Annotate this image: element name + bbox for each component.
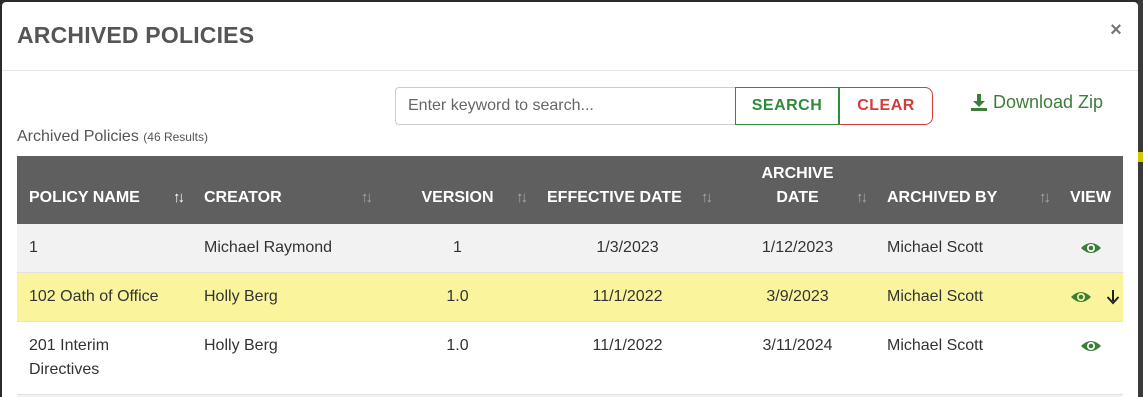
archived-policies-modal: ARCHIVED POLICIES × SEARCH CLEAR Downloa…	[2, 2, 1138, 397]
sort-icon[interactable]: ↑↓	[361, 186, 373, 210]
cell-archived-by: Michael Scott	[875, 321, 1058, 395]
cell-effective-date: 11/1/2022	[535, 272, 720, 322]
column-header-archive-date[interactable]: ARCHIVE DATE ↑↓	[720, 156, 875, 224]
results-title: Archived Policies	[17, 128, 139, 145]
clear-button[interactable]: CLEAR	[839, 87, 933, 125]
column-header-policy-name[interactable]: POLICY NAME ↑↓	[17, 156, 192, 224]
sort-icon[interactable]: ↑↓	[856, 186, 868, 210]
column-header-creator[interactable]: CREATOR ↑↓	[192, 156, 380, 224]
cell-effective-date: 11/1/2022	[535, 321, 720, 395]
cell-creator: Holly Berg	[192, 272, 380, 322]
table-row: 201 Interim Directives Holly Berg 1.0 11…	[17, 321, 1123, 395]
cell-effective-date: 1/3/2023	[535, 224, 720, 273]
cell-policy-name: 201 Interim Directives	[17, 321, 192, 395]
sort-icon[interactable]: ↑↓	[701, 186, 713, 210]
sort-icon[interactable]: ↑↓	[173, 186, 185, 210]
policies-table: POLICY NAME ↑↓ CREATOR ↑↓ VERSION ↑↓ EFF…	[17, 156, 1123, 397]
eye-icon[interactable]	[1070, 290, 1092, 304]
eye-icon[interactable]	[1080, 241, 1102, 255]
cell-archived-by: Michael Scott	[875, 224, 1058, 273]
cell-view	[1058, 321, 1123, 395]
cell-version: 1.0	[380, 272, 535, 322]
results-label: Archived Policies (46 Results)	[17, 128, 208, 146]
search-bar: SEARCH CLEAR	[395, 87, 933, 125]
cell-archive-date: 3/9/2023	[720, 272, 875, 322]
cell-creator: Holly Berg	[192, 321, 380, 395]
cell-archive-date: 1/12/2023	[720, 224, 875, 273]
background-edge	[1138, 0, 1143, 397]
eye-icon[interactable]	[1080, 339, 1102, 353]
modal-header: ARCHIVED POLICIES ×	[2, 2, 1138, 71]
modal-title: ARCHIVED POLICIES	[17, 22, 255, 48]
results-count: (46 Results)	[143, 130, 208, 144]
policies-table-wrap: POLICY NAME ↑↓ CREATOR ↑↓ VERSION ↑↓ EFF…	[17, 156, 1123, 397]
cell-policy-name: 102 Oath of Office	[17, 272, 192, 322]
column-header-version[interactable]: VERSION ↑↓	[380, 156, 535, 224]
background-edge-accent	[1138, 152, 1143, 162]
search-input[interactable]	[395, 87, 736, 125]
cell-archive-date: 3/11/2024	[720, 321, 875, 395]
cell-policy-name: 1	[17, 224, 192, 273]
cell-view	[1058, 272, 1123, 322]
sort-icon[interactable]: ↑↓	[1039, 186, 1051, 210]
download-arrow-icon[interactable]	[1106, 289, 1120, 305]
table-row: 102 Oath of Office Holly Berg 1.0 11/1/2…	[17, 272, 1123, 322]
table-row: 1 Michael Raymond 1 1/3/2023 1/12/2023 M…	[17, 224, 1123, 273]
cell-view	[1058, 224, 1123, 273]
column-header-archived-by[interactable]: ARCHIVED BY ↑↓	[875, 156, 1058, 224]
cell-creator: Michael Raymond	[192, 224, 380, 273]
search-button[interactable]: SEARCH	[735, 87, 839, 125]
close-button[interactable]: ×	[1108, 19, 1124, 41]
column-header-effective-date[interactable]: EFFECTIVE DATE ↑↓	[535, 156, 720, 224]
download-zip-link[interactable]: Download Zip	[970, 90, 1103, 114]
download-icon	[971, 93, 987, 111]
cell-archived-by: Michael Scott	[875, 272, 1058, 322]
cell-version: 1	[380, 224, 535, 273]
download-zip-label: Download Zip	[993, 91, 1104, 112]
cell-version: 1.0	[380, 321, 535, 395]
sort-icon[interactable]: ↑↓	[516, 186, 528, 210]
column-header-view: VIEW	[1070, 189, 1111, 206]
table-header-row: POLICY NAME ↑↓ CREATOR ↑↓ VERSION ↑↓ EFF…	[17, 156, 1123, 224]
